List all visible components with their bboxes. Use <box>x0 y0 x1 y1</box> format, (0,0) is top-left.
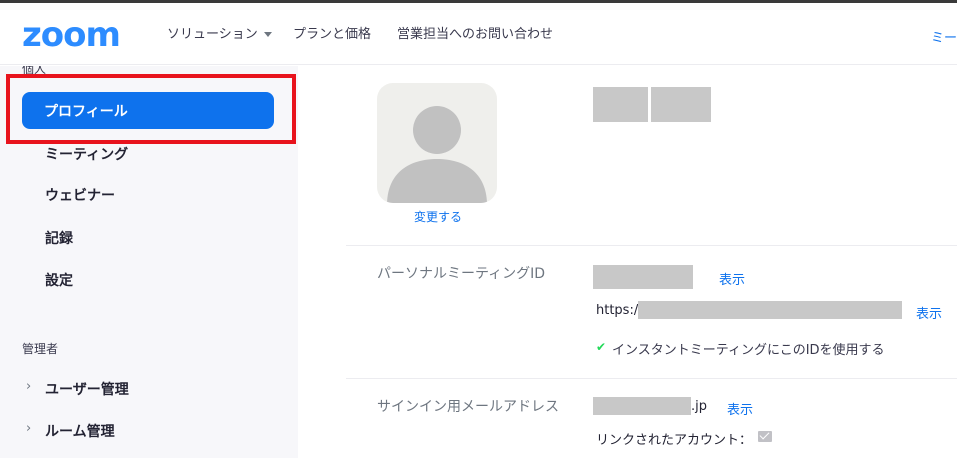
show-email-link[interactable]: 表示 <box>727 399 753 418</box>
sidebar-item-recordings[interactable]: 記録 <box>45 228 73 248</box>
redacted-first-name <box>593 87 648 122</box>
chevron-right-icon: › <box>26 421 32 436</box>
user-silhouette-icon <box>387 106 487 203</box>
nav-meeting-link[interactable]: ミー <box>931 27 957 46</box>
use-pmi-text: インスタントミーティングにこのIDを使用する <box>612 343 885 358</box>
nav-plans-pricing[interactable]: プランと価格 <box>293 27 371 43</box>
pmi-label: パーソナルミーティングID <box>377 266 546 282</box>
sidebar-item-settings[interactable]: 設定 <box>45 270 73 290</box>
redacted-pmi <box>593 265 693 289</box>
section-label-admin: 管理者 <box>22 342 59 356</box>
nav-solutions[interactable]: ソリューション <box>167 27 272 43</box>
linked-accounts-label: リンクされたアカウント： <box>596 433 753 448</box>
divider <box>346 378 957 379</box>
sidebar-item-room-management[interactable]: ルーム管理 <box>45 421 115 441</box>
email-suffix: .jp <box>691 399 707 414</box>
chevron-right-icon: › <box>26 379 32 394</box>
sidebar: 個人 プロフィール ミーティング ウェビナー 記録 設定 管理者 › ユーザー管… <box>0 66 298 458</box>
top-header: zoom ソリューション プランと価格 営業担当へのお問い合わせ ミー <box>0 3 957 65</box>
nav-contact-sales[interactable]: 営業担当へのお問い合わせ <box>397 27 553 43</box>
redacted-email <box>593 397 691 415</box>
check-icon: ✔ <box>596 340 607 354</box>
show-url-link[interactable]: 表示 <box>916 303 942 322</box>
pmi-url-prefix: https:// <box>596 303 643 318</box>
profile-main: 変更する パーソナルミーティングID 表示 https:// 表示 ✔ インスタ… <box>298 66 957 458</box>
mail-icon <box>758 431 772 442</box>
sidebar-item-webinars[interactable]: ウェビナー <box>45 185 115 205</box>
sidebar-item-user-management[interactable]: ユーザー管理 <box>45 379 129 399</box>
zoom-logo[interactable]: zoom <box>22 15 121 55</box>
signin-email-label: サインイン用メールアドレス <box>377 399 559 415</box>
change-photo-link[interactable]: 変更する <box>414 208 462 225</box>
divider <box>346 245 957 246</box>
chevron-down-icon <box>263 32 272 37</box>
sidebar-item-meetings[interactable]: ミーティング <box>45 144 128 164</box>
avatar[interactable] <box>377 83 497 203</box>
redacted-pmi-url <box>638 301 902 319</box>
highlight-box <box>6 74 296 144</box>
redacted-last-name <box>651 87 711 122</box>
show-pmi-link[interactable]: 表示 <box>719 269 745 288</box>
nav-solutions-label: ソリューション <box>167 27 258 42</box>
